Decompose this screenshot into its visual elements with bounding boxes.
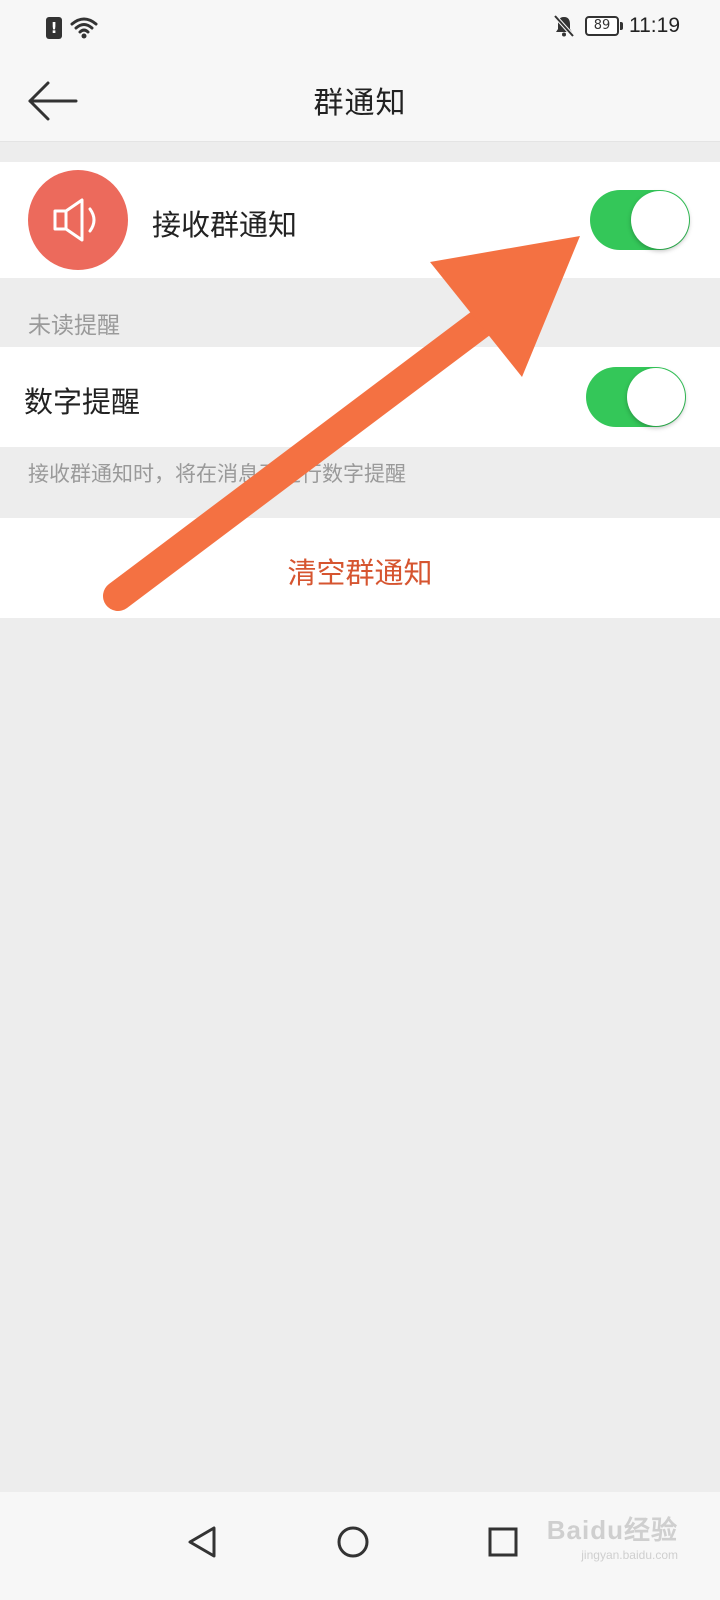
alert-icon: !: [46, 17, 62, 39]
digit-reminder-label: 数字提醒: [24, 385, 141, 419]
receive-notification-row: 接收群通知: [0, 162, 720, 278]
status-bar-right: 89 11:19: [553, 14, 680, 38]
toggle-knob: [627, 368, 685, 426]
speaker-icon: [28, 170, 128, 270]
status-bar-left: !: [46, 16, 98, 40]
watermark-site: jingyan.baidu.com: [581, 1548, 678, 1562]
wifi-icon: [70, 17, 98, 39]
nav-bar: 群通知: [0, 60, 720, 142]
page-title: 群通知: [313, 86, 407, 121]
nav-back-icon[interactable]: [172, 1512, 232, 1572]
battery-icon: 89: [585, 16, 623, 36]
bell-muted-icon: [553, 14, 575, 38]
clock: 11:19: [629, 14, 680, 37]
battery-level: 89: [593, 18, 611, 33]
watermark-logo: Baidu经验: [546, 1515, 678, 1545]
status-bar: ! 89 11:19: [0, 0, 720, 60]
receive-notification-toggle[interactable]: [590, 190, 690, 250]
receive-notification-label: 接收群通知: [152, 208, 298, 242]
digit-reminder-row: 数字提醒: [0, 347, 720, 447]
nav-home-icon[interactable]: [323, 1512, 383, 1572]
digit-reminder-toggle[interactable]: [586, 367, 686, 427]
toggle-knob: [631, 191, 689, 249]
clear-notifications-button[interactable]: 清空群通知: [0, 518, 720, 618]
clear-notifications-label: 清空群通知: [287, 556, 433, 590]
nav-recents-icon[interactable]: [473, 1512, 533, 1572]
unread-section-header: 未读提醒: [28, 313, 120, 339]
digit-reminder-description: 接收群通知时，将在消息页进行数字提醒: [28, 462, 406, 486]
